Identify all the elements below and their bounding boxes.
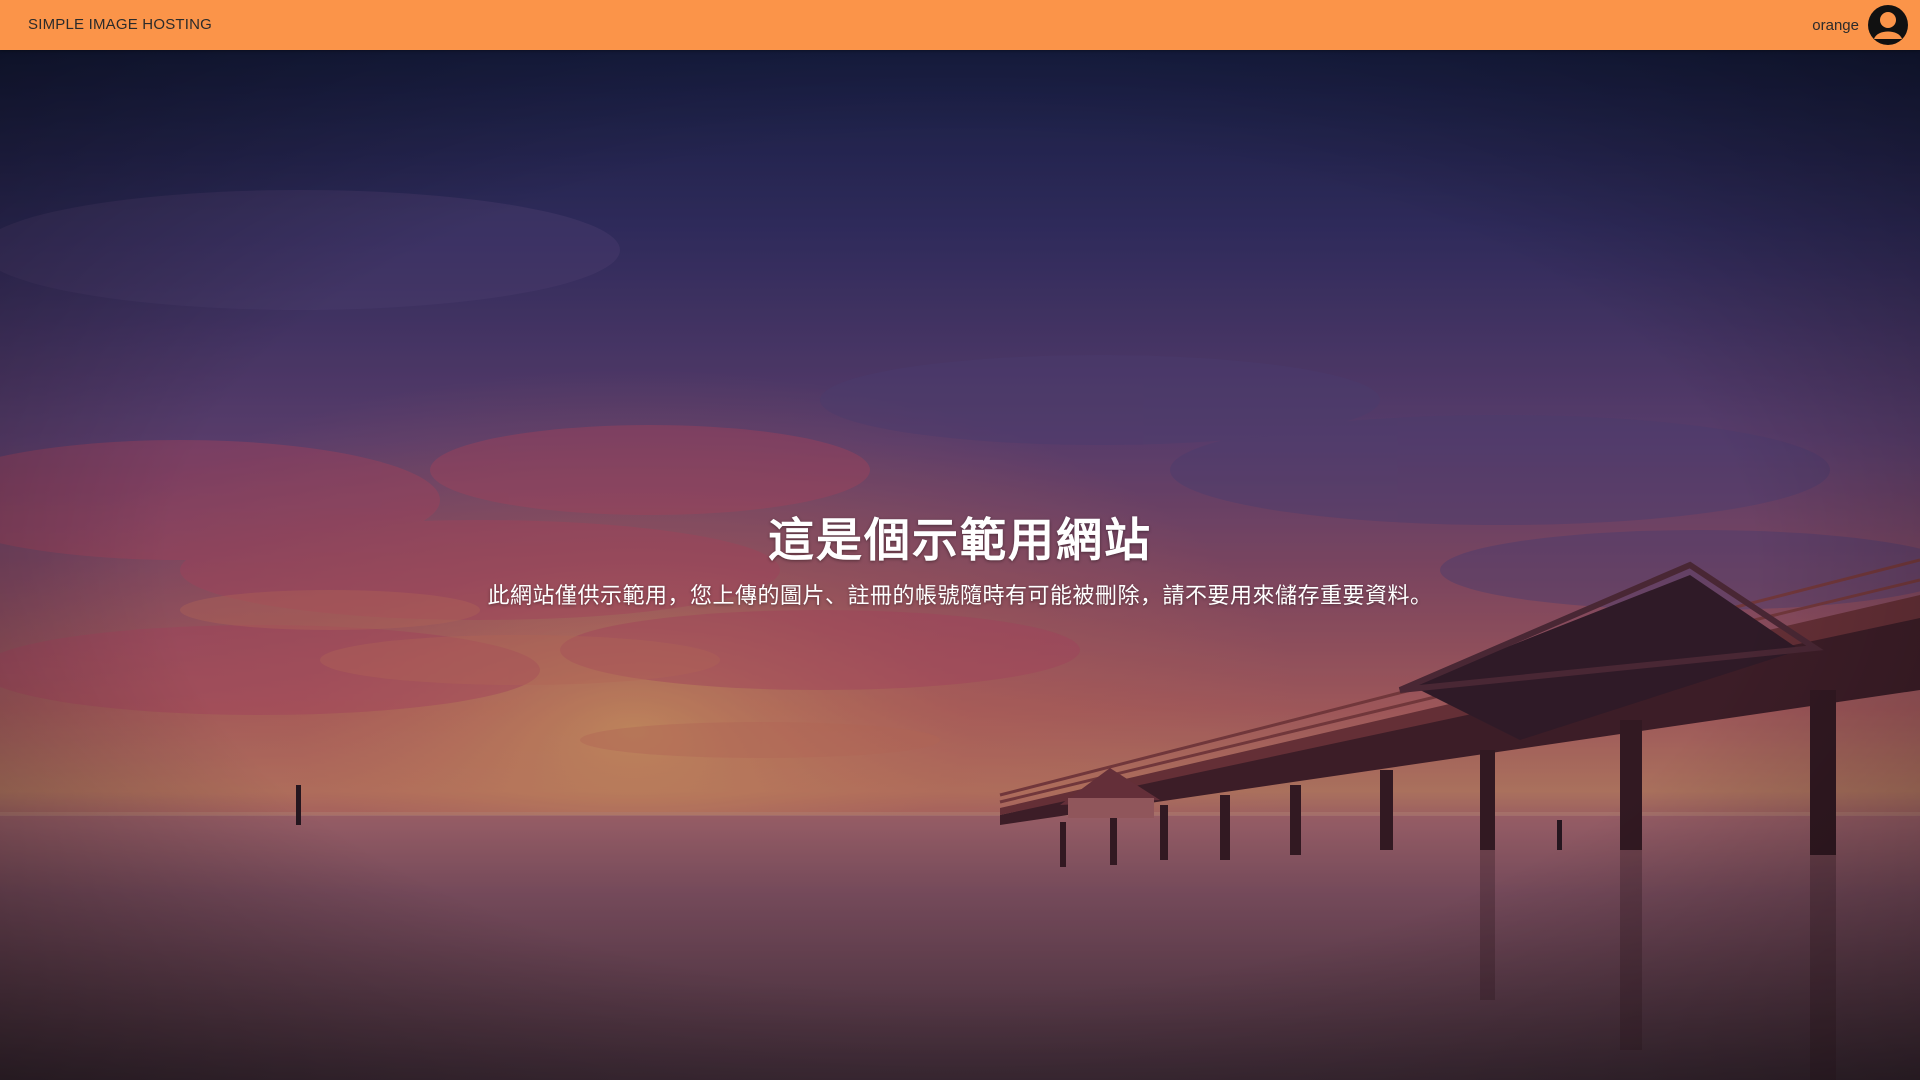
username-label[interactable]: orange xyxy=(1812,17,1859,34)
hero-text: 這是個示範用網站 此網站僅供示範用，您上傳的圖片、註冊的帳號隨時有可能被刪除，請… xyxy=(0,510,1920,612)
brand-link[interactable]: SIMPLE IMAGE HOSTING xyxy=(28,0,212,50)
top-navbar: SIMPLE IMAGE HOSTING orange xyxy=(0,0,1920,50)
hero-title: 這是個示範用網站 xyxy=(768,513,1152,567)
hero-banner: 這是個示範用網站 此網站僅供示範用，您上傳的圖片、註冊的帳號隨時有可能被刪除，請… xyxy=(0,50,1920,1080)
hero-subtitle: 此網站僅供示範用，您上傳的圖片、註冊的帳號隨時有可能被刪除，請不要用來儲存重要資… xyxy=(487,584,1433,609)
user-avatar-icon[interactable] xyxy=(1868,5,1908,45)
user-menu[interactable]: orange xyxy=(1812,0,1908,50)
